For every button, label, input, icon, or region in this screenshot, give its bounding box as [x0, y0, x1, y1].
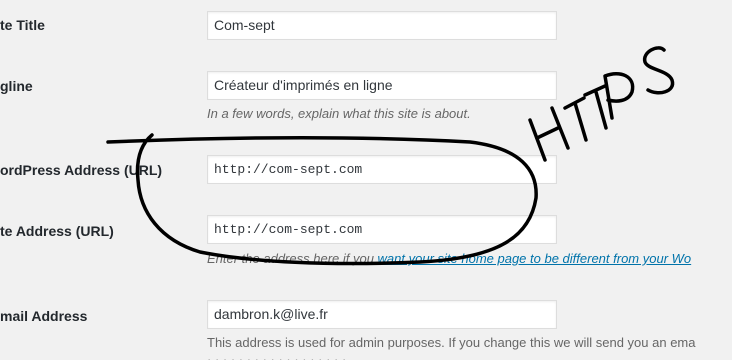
wp-address-label: ordPress Address (URL) [0, 162, 163, 178]
wp-address-input[interactable]: http://com-sept.com [207, 155, 557, 184]
tagline-input[interactable]: Créateur d'imprimés en ligne [207, 71, 557, 100]
tagline-label: gline [0, 78, 33, 94]
site-address-input[interactable]: http://com-sept.com [207, 215, 557, 244]
site-address-description: Enter the address here if you want your … [207, 251, 732, 266]
email-description-overflow: · · · · · · · · · · · · · · · · · · [207, 352, 347, 360]
letter-p-stroke [603, 71, 635, 120]
letter-h-stroke [528, 118, 547, 162]
site-address-help-link[interactable]: want your site home page to be different… [378, 251, 692, 266]
site-title-label: te Title [0, 17, 45, 33]
letter-t-stroke-2 [573, 101, 588, 142]
site-address-label: te Address (URL) [0, 223, 114, 239]
letter-t2-stroke-2 [594, 90, 608, 130]
letter-t-stroke [563, 96, 586, 110]
site-title-input[interactable]: Com-sept [207, 11, 557, 40]
letter-s-stroke [642, 46, 675, 95]
letter-h-stroke-3 [550, 106, 570, 150]
email-description: This address is used for admin purposes.… [207, 335, 696, 350]
letter-t2-stroke [583, 84, 607, 97]
tagline-description: In a few words, explain what this site i… [207, 106, 471, 121]
email-label: mail Address [0, 308, 88, 324]
email-input[interactable]: dambron.k@live.fr [207, 300, 557, 329]
site-address-description-text: Enter the address here if you [207, 251, 378, 266]
letter-h-stroke-2 [535, 126, 560, 140]
